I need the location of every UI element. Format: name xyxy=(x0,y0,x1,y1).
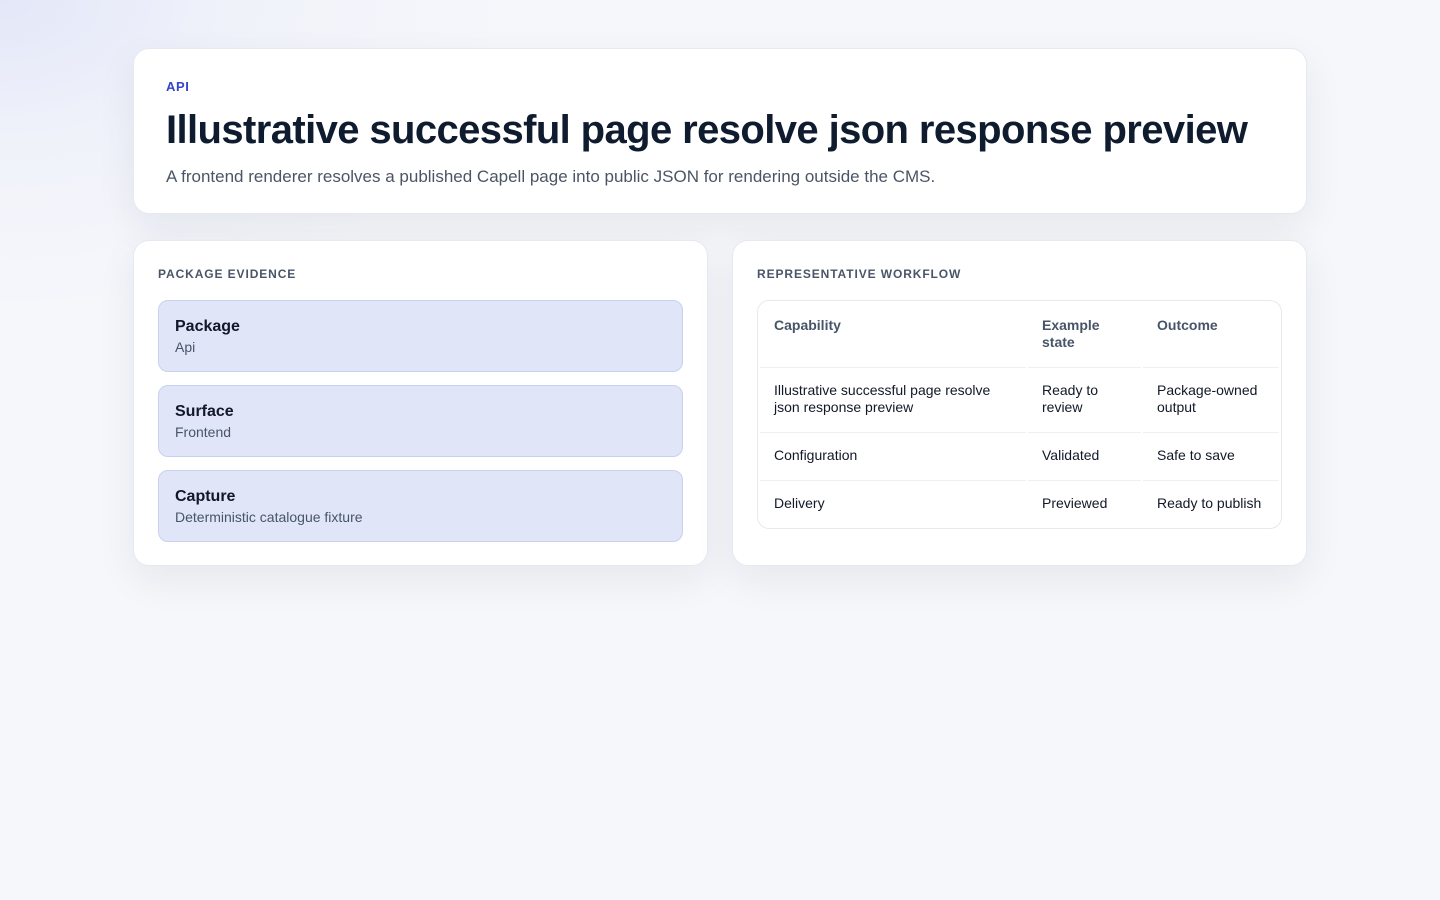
column-header-outcome: Outcome xyxy=(1157,317,1218,333)
evidence-list: Package Api Surface Frontend Capture Det… xyxy=(158,300,683,542)
package-evidence-card: PACKAGE EVIDENCE Package Api Surface Fro… xyxy=(133,240,708,566)
evidence-label: Capture xyxy=(175,488,236,505)
column-header-example-state: Example state xyxy=(1042,317,1100,350)
hero-card: API Illustrative successful page resolve… xyxy=(133,48,1307,214)
table-row: Delivery Previewed Ready to publish xyxy=(760,480,1279,526)
table-cell: Illustrative successful page resolve jso… xyxy=(760,367,1026,430)
table-cell: Package-owned output xyxy=(1143,367,1279,430)
evidence-value: Api xyxy=(175,339,196,355)
workflow-table: Capability Example state Outcome Illustr… xyxy=(758,301,1281,528)
page-title: Illustrative successful page resolve jso… xyxy=(166,108,1248,152)
evidence-label: Package xyxy=(175,318,240,335)
table-header-row: Capability Example state Outcome xyxy=(760,303,1279,365)
representative-workflow-card: REPRESENTATIVE WORKFLOW Capability Examp… xyxy=(732,240,1307,566)
table-row: Configuration Validated Safe to save xyxy=(760,432,1279,478)
evidence-value: Deterministic catalogue fixture xyxy=(175,509,363,525)
table-cell: Ready to review xyxy=(1028,367,1141,430)
evidence-item-capture: Capture Deterministic catalogue fixture xyxy=(158,470,683,542)
eyebrow-label: API xyxy=(166,79,190,94)
evidence-item-package: Package Api xyxy=(158,300,683,372)
evidence-value: Frontend xyxy=(175,424,232,440)
workflow-title: REPRESENTATIVE WORKFLOW xyxy=(757,267,962,281)
table-cell: Delivery xyxy=(760,480,1026,526)
table-cell: Validated xyxy=(1028,432,1141,478)
evidence-label: Surface xyxy=(175,403,234,420)
table-cell: Ready to publish xyxy=(1143,480,1279,526)
package-evidence-title: PACKAGE EVIDENCE xyxy=(158,267,297,281)
evidence-item-surface: Surface Frontend xyxy=(158,385,683,457)
column-header-capability: Capability xyxy=(774,317,841,333)
workflow-table-wrapper: Capability Example state Outcome Illustr… xyxy=(757,300,1282,529)
table-row: Illustrative successful page resolve jso… xyxy=(760,367,1279,430)
table-cell: Configuration xyxy=(760,432,1026,478)
table-cell: Previewed xyxy=(1028,480,1141,526)
table-cell: Safe to save xyxy=(1143,432,1279,478)
page-description: A frontend renderer resolves a published… xyxy=(166,167,936,186)
